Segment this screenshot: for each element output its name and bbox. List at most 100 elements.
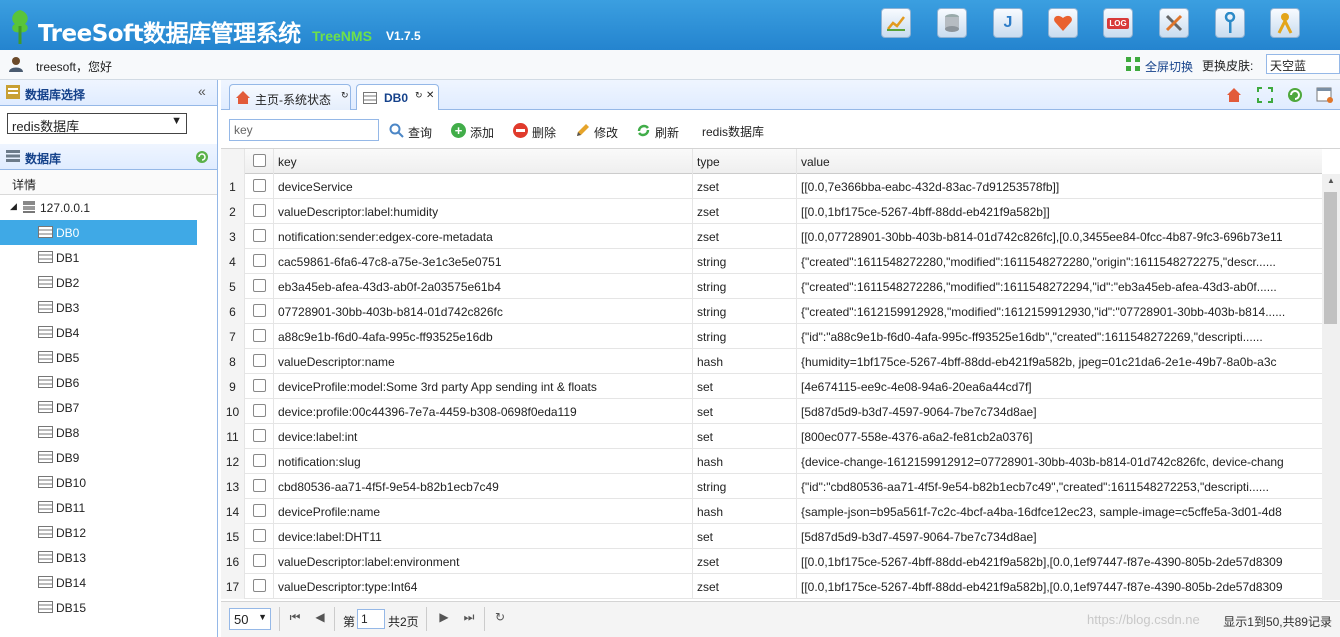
vertical-scrollbar[interactable]: ▲ (1322, 174, 1340, 600)
key-cell[interactable]: valueDescriptor:name (274, 349, 693, 374)
row-select-cell[interactable] (245, 224, 274, 249)
refresh-button[interactable]: 刷新 (636, 123, 686, 140)
value-cell[interactable]: {"created":1611548272286,"modified":1611… (797, 274, 1322, 299)
key-cell[interactable]: deviceService (274, 174, 693, 199)
type-cell[interactable]: zset (693, 174, 797, 199)
select-all-checkbox[interactable] (253, 154, 266, 167)
row-checkbox[interactable] (253, 554, 266, 567)
tools-icon[interactable] (1159, 8, 1189, 38)
key-cell[interactable]: deviceProfile:name (274, 499, 693, 524)
row-select-cell[interactable] (245, 199, 274, 224)
tree-node-db[interactable]: DB6 (0, 370, 197, 395)
row-select-cell[interactable] (245, 574, 274, 599)
table-row[interactable]: 6 07728901-30bb-403b-b814-01d742c826fc str… (221, 299, 1322, 324)
value-cell[interactable]: {sample-json=b95a561f-7c2c-4bcf-a4ba-16d… (797, 499, 1322, 524)
maximize-icon[interactable] (1256, 86, 1274, 104)
tree-node-db[interactable]: DB7 (0, 395, 197, 420)
row-checkbox[interactable] (253, 504, 266, 517)
type-cell[interactable]: string (693, 274, 797, 299)
add-button[interactable]: + 添加 (451, 123, 501, 140)
tree-node-db[interactable]: DB15 (0, 595, 197, 620)
row-select-cell[interactable] (245, 374, 274, 399)
user-icon[interactable] (1270, 8, 1300, 38)
table-row[interactable]: 17 valueDescriptor:type:Int64 zset [[0.0,1b… (221, 574, 1322, 599)
key-cell[interactable]: device:profile:00c44396-7e7a-4459-b308-0… (274, 399, 693, 424)
key-cell[interactable]: deviceProfile:model:Some 3rd party App s… (274, 374, 693, 399)
tree-node-db[interactable]: DB4 (0, 320, 197, 345)
row-checkbox[interactable] (253, 479, 266, 492)
collapse-icon[interactable]: « (198, 83, 206, 99)
last-page-icon[interactable]: ⏭ (461, 610, 477, 626)
row-select-cell[interactable] (245, 299, 274, 324)
column-header-key[interactable]: key (274, 149, 693, 174)
type-cell[interactable]: set (693, 374, 797, 399)
key-icon[interactable] (1215, 8, 1245, 38)
tree-node-db[interactable]: DB10 (0, 470, 197, 495)
column-header-value[interactable]: value (797, 149, 1322, 174)
type-cell[interactable]: string (693, 324, 797, 349)
table-row[interactable]: 8 valueDescriptor:name hash {humidity=1bf17… (221, 349, 1322, 374)
value-cell[interactable]: [[0.0,7e366bba-eabc-432d-83ac-7d91253578… (797, 174, 1322, 199)
value-cell[interactable]: [5d87d5d9-b3d7-4597-9064-7be7c734d8ae] (797, 524, 1322, 549)
fullscreen-toggle[interactable]: 全屏切换 (1145, 58, 1193, 75)
row-checkbox[interactable] (253, 304, 266, 317)
type-cell[interactable]: set (693, 424, 797, 449)
expand-caret-icon[interactable]: ◢ (10, 201, 17, 212)
j-icon[interactable]: J (993, 8, 1023, 38)
value-cell[interactable]: [[0.0,1bf175ce-5267-4bff-88dd-eb421f9a58… (797, 199, 1322, 224)
key-cell[interactable]: eb3a45eb-afea-43d3-ab0f-2a03575e61b4 (274, 274, 693, 299)
next-page-icon[interactable]: ▶ (436, 610, 452, 626)
type-cell[interactable]: string (693, 474, 797, 499)
row-select-cell[interactable] (245, 549, 274, 574)
db-type-select[interactable]: redis数据库 ▼ (7, 113, 187, 134)
reload-icon[interactable] (195, 150, 209, 164)
row-select-cell[interactable] (245, 174, 274, 199)
row-checkbox[interactable] (253, 279, 266, 292)
row-checkbox[interactable] (253, 354, 266, 367)
row-select-cell[interactable] (245, 524, 274, 549)
value-cell[interactable]: {device-change-1612159912912=07728901-30… (797, 449, 1322, 474)
database-icon[interactable] (937, 8, 967, 38)
row-checkbox[interactable] (253, 379, 266, 392)
key-cell[interactable]: device:label:DHT11 (274, 524, 693, 549)
table-row[interactable]: 16 valueDescriptor:label:environment zset[… (221, 549, 1322, 574)
value-cell[interactable]: {"id":"a88c9e1b-f6d0-4afa-995c-ff93525e1… (797, 324, 1322, 349)
edit-button[interactable]: 修改 (575, 123, 625, 140)
type-cell[interactable]: set (693, 399, 797, 424)
type-cell[interactable]: zset (693, 574, 797, 599)
first-page-icon[interactable]: ⏮ (287, 610, 303, 626)
value-cell[interactable]: [4e674115-ee9c-4e08-94a6-20ea6a44cd7f] (797, 374, 1322, 399)
tree-node-db[interactable]: DB2 (0, 270, 197, 295)
value-cell[interactable]: [800ec077-558e-4376-a6a2-fe81cb2a0376] (797, 424, 1322, 449)
key-cell[interactable]: cbd80536-aa71-4f5f-9e54-b82b1ecb7c49 (274, 474, 693, 499)
table-row[interactable]: 13 cbd80536-aa71-4f5f-9e54-b82b1ecb7c49 st… (221, 474, 1322, 499)
tab-db0[interactable]: DB0 ↻ ✕ (356, 84, 439, 110)
key-cell[interactable]: a88c9e1b-f6d0-4afa-995c-ff93525e16db (274, 324, 693, 349)
type-cell[interactable]: set (693, 524, 797, 549)
row-checkbox[interactable] (253, 429, 266, 442)
table-row[interactable]: 15 device:label:DHT11 set [5d87d5d9-b3d7-45… (221, 524, 1322, 549)
delete-button[interactable]: 删除 (513, 123, 563, 140)
table-row[interactable]: 2 valueDescriptor:label:humidity zset [[0.0… (221, 199, 1322, 224)
query-button[interactable]: 查询 (389, 123, 439, 140)
value-cell[interactable]: {"created":1612159912928,"modified":1612… (797, 299, 1322, 324)
tree-node-db[interactable]: DB14 (0, 570, 197, 595)
page-size-select[interactable]: 50 ▼ (229, 608, 271, 630)
value-cell[interactable]: [[0.0,1bf175ce-5267-4bff-88dd-eb421f9a58… (797, 549, 1322, 574)
table-row[interactable]: 14 deviceProfile:name hash {sample-json=b95… (221, 499, 1322, 524)
key-cell[interactable]: cac59861-6fa6-47c8-a75e-3e1c3e5e0751 (274, 249, 693, 274)
tree-node-db[interactable]: DB9 (0, 445, 197, 470)
row-checkbox[interactable] (253, 454, 266, 467)
scrollbar-thumb[interactable] (1324, 192, 1337, 324)
table-row[interactable]: 11 device:label:int set [800ec077-558e-4376… (221, 424, 1322, 449)
type-cell[interactable]: hash (693, 349, 797, 374)
table-row[interactable]: 10 device:profile:00c44396-7e7a-4459-b308… (221, 399, 1322, 424)
page-number-input[interactable]: 1 (357, 609, 385, 629)
heart-icon[interactable] (1048, 8, 1078, 38)
refresh-tab-icon[interactable] (1286, 86, 1304, 104)
key-cell[interactable]: device:label:int (274, 424, 693, 449)
home-tool-icon[interactable] (1225, 86, 1243, 104)
row-checkbox[interactable] (253, 229, 266, 242)
row-select-cell[interactable] (245, 399, 274, 424)
tab-menu-icon[interactable] (1316, 86, 1334, 104)
